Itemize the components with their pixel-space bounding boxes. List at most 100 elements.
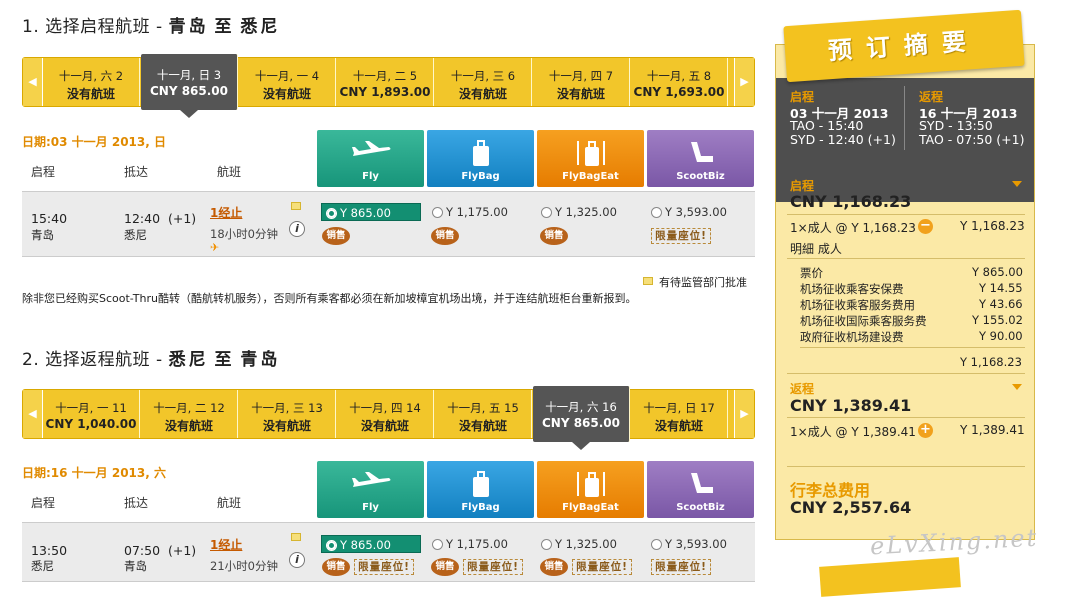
- outbound-title: 1. 选择启程航班 - 青岛 至 悉尼: [22, 17, 281, 37]
- sale-badge: 销售: [322, 558, 350, 576]
- divider: [787, 417, 1025, 418]
- divider: [787, 466, 1025, 467]
- fare-scootbiz-header[interactable]: ScootBiz: [647, 130, 754, 187]
- fare-fly-header[interactable]: Fly: [317, 130, 424, 187]
- date-cell[interactable]: 十一月, 三 13 没有航班: [239, 390, 336, 438]
- date-cell[interactable]: 十一月, 四 14 没有航班: [337, 390, 434, 438]
- divider: [787, 258, 1025, 259]
- summary-divider: [904, 86, 905, 150]
- limited-seats-badge: 限量座位!: [572, 559, 632, 575]
- info-icon[interactable]: i: [289, 552, 305, 568]
- inbound-title: 2. 选择返程航班 - 悉尼 至 青岛: [22, 350, 281, 370]
- date-cell[interactable]: 十一月, 四 7 没有航班: [533, 58, 630, 106]
- limited-seats-badge: 限量座位!: [463, 559, 523, 575]
- expand-dropdown-icon[interactable]: [1012, 181, 1022, 187]
- divider: [787, 373, 1025, 374]
- date-cell[interactable]: 十一月, 日 17 没有航班: [631, 390, 728, 438]
- out-price-total: CNY 1,168.23: [790, 192, 912, 211]
- grand-total-value: CNY 2,557.64: [790, 498, 912, 517]
- fare-flybag-header[interactable]: FlyBag: [427, 461, 534, 518]
- outbound-date-label: 日期:03 十一月 2013, 日: [22, 135, 166, 149]
- seat-icon: [690, 142, 713, 162]
- arrive-city: 悉尼: [124, 228, 147, 242]
- info-icon[interactable]: i: [289, 221, 305, 237]
- seat-icon: [690, 473, 713, 493]
- date-cell-selected[interactable]: 十一月, 日 3 CNY 865.00: [141, 54, 238, 118]
- luggage-icon: [472, 140, 489, 166]
- note-icon: [291, 533, 301, 541]
- depart-city: 悉尼: [31, 559, 54, 573]
- date-cell[interactable]: 十一月, 一 4 没有航班: [239, 58, 336, 106]
- limited-seats-badge: 限量座位!: [651, 559, 711, 575]
- plane-icon: [351, 141, 390, 156]
- date-cell-selected[interactable]: 十一月, 六 16 CNY 865.00: [533, 386, 630, 450]
- date-cell[interactable]: 十一月, 二 12 没有航班: [141, 390, 238, 438]
- plane-icon: [351, 472, 390, 487]
- luggage-meal-icon: [576, 472, 605, 497]
- arrive-city: 青岛: [124, 559, 147, 573]
- fare-scootbiz-header[interactable]: ScootBiz: [647, 461, 754, 518]
- stops-link[interactable]: 1经止: [210, 536, 242, 553]
- transfer-notice: 除非您已经购买Scoot-Thru酷转（酷航转机服务），否则所有乘客都必须在新加…: [22, 292, 637, 305]
- luggage-icon: [472, 471, 489, 497]
- prev-dates-arrow-icon[interactable]: ◀: [23, 58, 43, 106]
- expand-plus-icon[interactable]: +: [918, 423, 933, 438]
- fee-value: Y 865.00: [972, 265, 1023, 279]
- fare-radio-fly[interactable]: Y 865.00: [321, 535, 421, 553]
- summary-out-line1: TAO - 15:40: [790, 118, 864, 133]
- duration: 21小时0分钟: [210, 559, 278, 573]
- next-dates-arrow-icon[interactable]: ▶: [734, 390, 754, 438]
- fare-radio-scootbiz[interactable]: Y 3,593.00: [647, 535, 747, 553]
- regulatory-note: 有待监管部门批准: [659, 276, 747, 289]
- depart-time: 13:50: [31, 543, 68, 558]
- prev-dates-arrow-icon[interactable]: ◀: [23, 390, 43, 438]
- fare-flybag-header[interactable]: FlyBag: [427, 130, 534, 187]
- fare-radio-flybageat[interactable]: Y 1,325.00: [537, 535, 637, 553]
- date-cell[interactable]: 十一月, 二 5 CNY 1,893.00: [337, 58, 434, 106]
- fee-name: 机场征收乘客安保费: [800, 282, 904, 296]
- date-cell[interactable]: 十一月, 一 11 CNY 1,040.00: [43, 390, 140, 438]
- collapse-minus-icon[interactable]: −: [918, 219, 933, 234]
- next-panel-banner: [819, 557, 961, 597]
- date-cell[interactable]: 十一月, 五 15 没有航班: [435, 390, 532, 438]
- fee-name: 机场征收乘客服务费用: [800, 298, 915, 312]
- date-cell[interactable]: 十一月, 三 6 没有航班: [435, 58, 532, 106]
- out-fee-sum: Y 1,168.23: [960, 355, 1022, 369]
- limited-seats-badge: 限量座位!: [651, 228, 711, 244]
- column-depart: 启程: [31, 496, 56, 510]
- out-detail-title: 明細 成人: [790, 242, 842, 256]
- arrive-time: 07:50 (+1): [124, 543, 197, 558]
- fee-name: 机场征收国际乘客服务费: [800, 314, 927, 328]
- next-dates-arrow-icon[interactable]: ▶: [734, 58, 754, 106]
- fare-radio-flybag[interactable]: Y 1,175.00: [428, 203, 528, 221]
- summary-out-line2: SYD - 12:40 (+1): [790, 132, 896, 147]
- ret-price-total: CNY 1,389.41: [790, 396, 912, 415]
- expand-dropdown-icon[interactable]: [1012, 384, 1022, 390]
- fare-radio-scootbiz[interactable]: Y 3,593.00: [647, 203, 747, 221]
- ret-price-label: 返程: [790, 382, 815, 396]
- note-icon: [643, 277, 653, 285]
- outbound-date-bar: ◀ 十一月, 六 2 没有航班 十一月, 日 3 CNY 865.00 十一月, 一…: [22, 54, 755, 118]
- fare-flybageat-header[interactable]: FlyBagEat: [537, 461, 644, 518]
- sale-badge: 销售: [540, 558, 568, 576]
- fare-radio-flybageat[interactable]: Y 1,325.00: [537, 203, 637, 221]
- column-arrive: 抵达: [124, 496, 149, 510]
- limited-seats-badge: 限量座位!: [354, 559, 414, 575]
- sale-badge: 销售: [540, 227, 568, 245]
- column-depart: 启程: [31, 165, 56, 179]
- fare-radio-flybag[interactable]: Y 1,175.00: [428, 535, 528, 553]
- note-icon: [291, 202, 301, 210]
- date-cell[interactable]: 十一月, 五 8 CNY 1,693.00: [631, 58, 728, 106]
- arrive-time: 12:40 (+1): [124, 211, 197, 226]
- luggage-meal-icon: [576, 141, 605, 166]
- plane-icon: ✈: [210, 241, 220, 254]
- out-pax-total: Y 1,168.23: [960, 219, 1025, 233]
- fare-flybageat-header[interactable]: FlyBagEat: [537, 130, 644, 187]
- date-cell[interactable]: 十一月, 六 2 没有航班: [43, 58, 140, 106]
- fare-radio-fly[interactable]: Y 865.00: [321, 203, 421, 221]
- fee-value: Y 43.66: [979, 297, 1023, 311]
- fare-fly-header[interactable]: Fly: [317, 461, 424, 518]
- stops-link[interactable]: 1经止: [210, 204, 242, 221]
- sale-badge: 销售: [431, 227, 459, 245]
- out-pax-line: 1×成人 @ Y 1,168.23: [790, 221, 916, 235]
